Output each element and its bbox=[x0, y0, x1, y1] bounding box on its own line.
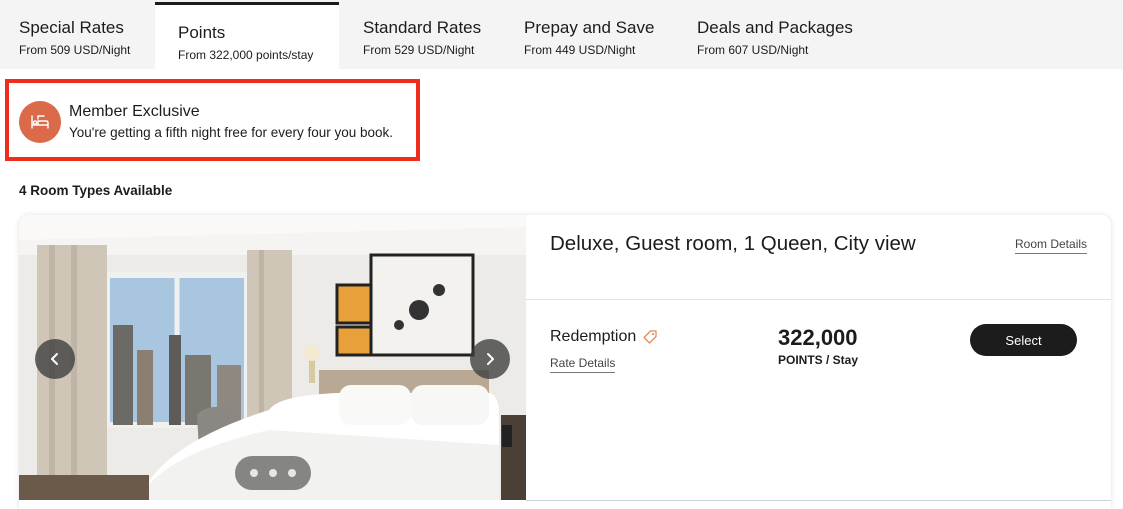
tab-label: Standard Rates bbox=[363, 18, 482, 37]
member-exclusive-banner: Member Exclusive You're getting a fifth … bbox=[5, 79, 420, 161]
tab-standard-rates[interactable]: Standard Rates From 529 USD/Night bbox=[363, 0, 481, 69]
gallery-dot[interactable] bbox=[250, 469, 259, 477]
tab-sublabel: From 529 USD/Night bbox=[363, 43, 475, 57]
rate-details-link[interactable]: Rate Details bbox=[550, 356, 616, 373]
room-photo bbox=[19, 215, 526, 500]
tab-prepay-and-save[interactable]: Prepay and Save From 449 USD/Night bbox=[524, 0, 654, 69]
tab-sublabel: From 607 USD/Night bbox=[697, 43, 809, 57]
banner-text: You're getting a fifth night free for ev… bbox=[69, 125, 394, 140]
select-button[interactable]: Select bbox=[970, 324, 1077, 356]
gallery-next-button[interactable] bbox=[470, 339, 510, 379]
tab-label: Deals and Packages bbox=[697, 18, 853, 37]
price-unit: POINTS / Stay bbox=[778, 353, 859, 367]
room-card: Deluxe, Guest room, 1 Queen, City view R… bbox=[19, 215, 1111, 509]
bed-icon bbox=[19, 101, 61, 143]
gallery-pagination bbox=[235, 456, 311, 490]
rate-tabs: Special Rates From 509 USD/Night Points … bbox=[0, 0, 1123, 69]
room-title: Deluxe, Guest room, 1 Queen, City view bbox=[550, 232, 916, 255]
tab-sublabel: From 449 USD/Night bbox=[524, 43, 636, 57]
chevron-right-icon bbox=[487, 353, 494, 365]
gallery-dot[interactable] bbox=[287, 469, 296, 477]
gallery-dot[interactable] bbox=[268, 469, 277, 477]
tab-sublabel: From 509 USD/Night bbox=[19, 43, 131, 57]
tab-special-rates[interactable]: Special Rates From 509 USD/Night bbox=[19, 0, 130, 69]
tab-points[interactable]: Points From 322,000 points/stay bbox=[155, 2, 339, 69]
room-types-count: 4 Room Types Available bbox=[19, 183, 173, 198]
gallery-prev-button[interactable] bbox=[35, 339, 75, 379]
rate-name-label: Redemption bbox=[550, 328, 637, 345]
divider bbox=[526, 500, 1111, 501]
tab-deals-and-packages[interactable]: Deals and Packages From 607 USD/Night bbox=[697, 0, 853, 69]
divider bbox=[526, 299, 1111, 300]
banner-title: Member Exclusive bbox=[69, 103, 200, 120]
room-details-link[interactable]: Room Details bbox=[1015, 237, 1088, 254]
chevron-left-icon bbox=[51, 353, 58, 365]
tab-label: Special Rates bbox=[19, 18, 124, 37]
tag-icon bbox=[643, 330, 657, 344]
price-points: 322,000 bbox=[778, 325, 858, 350]
rate-name: Redemption bbox=[550, 328, 658, 346]
tab-sublabel: From 322,000 points/stay bbox=[178, 48, 314, 62]
tab-label: Points bbox=[178, 23, 226, 42]
tab-label: Prepay and Save bbox=[524, 18, 655, 37]
